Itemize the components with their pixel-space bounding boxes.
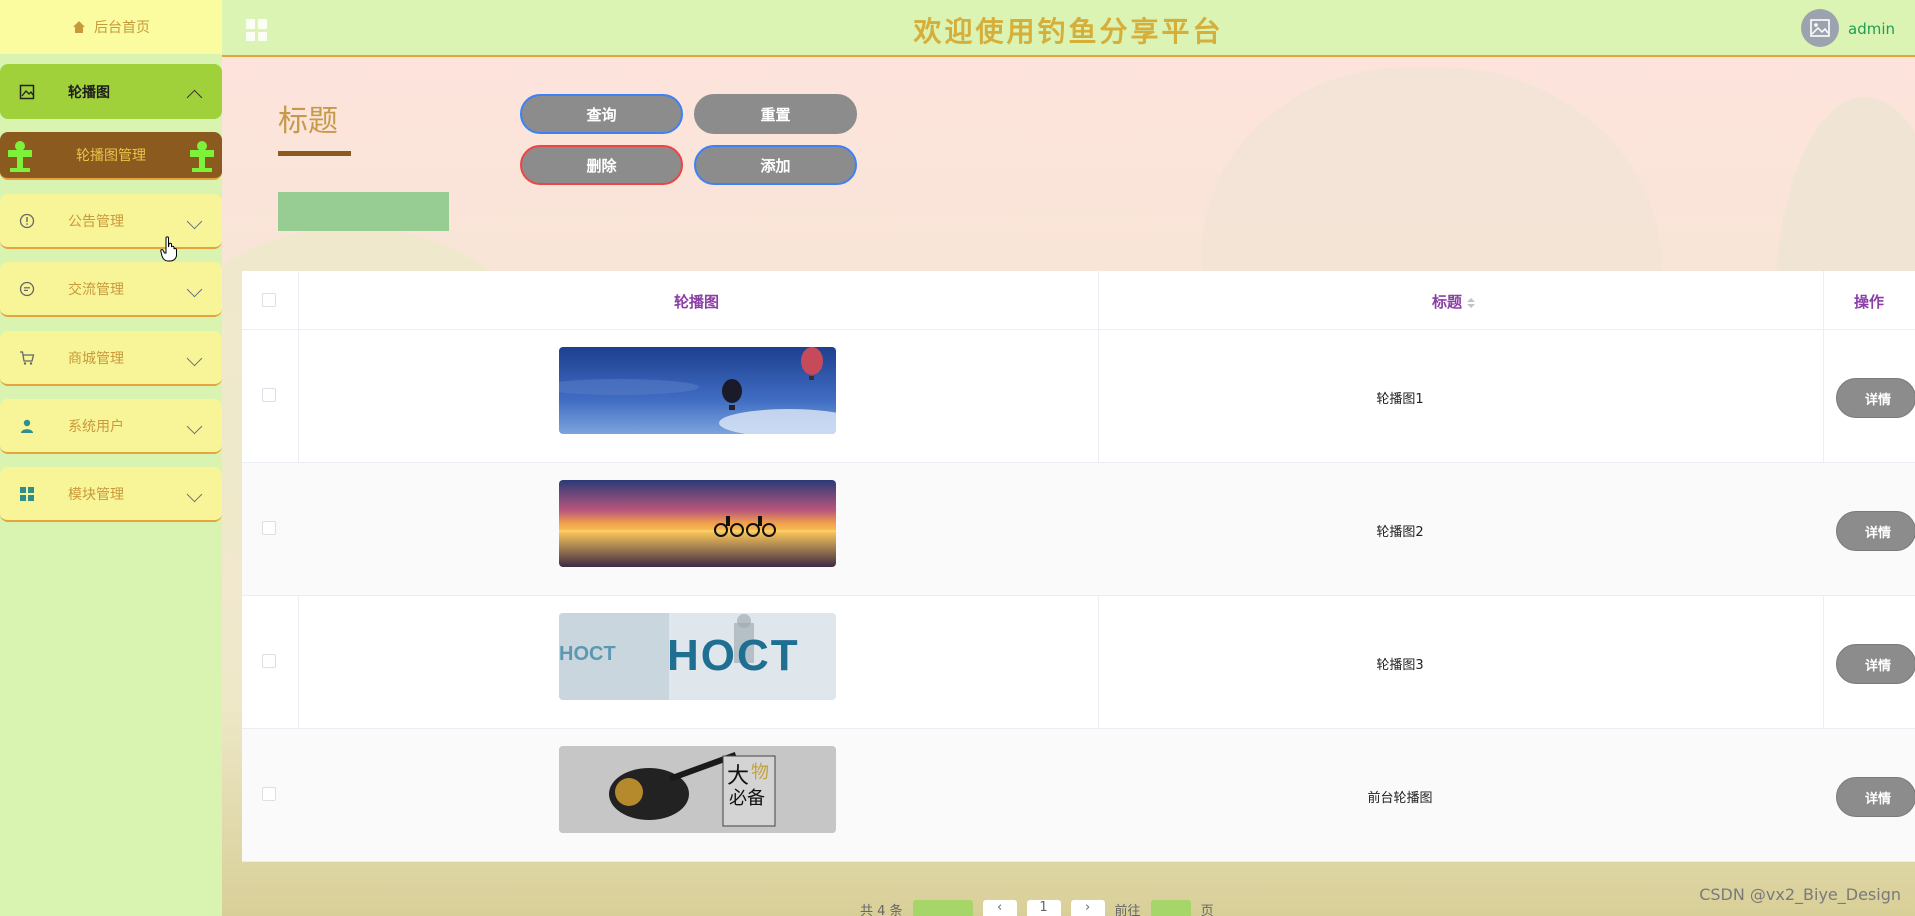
sidebar-home[interactable]: 后台首页: [0, 0, 222, 54]
chevron-down-icon: [186, 281, 203, 298]
thumbnail-text-small: HOCT: [559, 643, 616, 665]
chevron-down-icon: [186, 350, 203, 367]
sidebar-item-shop[interactable]: 商城管理: [0, 331, 222, 386]
sidebar-item-label: 公告管理: [68, 213, 124, 230]
thumbnail-text: HOCT: [667, 631, 800, 680]
carousel-thumbnail: HOCT HOCT: [559, 613, 836, 700]
query-button[interactable]: 查询: [520, 94, 683, 134]
sidebar-home-label: 后台首页: [94, 20, 150, 36]
thumbnail-text: 必备: [729, 788, 765, 809]
pager-goto-label: 前往: [1114, 904, 1141, 916]
table-header: 轮播图 标题 操作: [242, 271, 1915, 330]
carousel-thumbnail: [559, 347, 836, 434]
image-placeholder-icon: [1810, 19, 1830, 37]
page-size-select[interactable]: [912, 900, 973, 916]
sidebar-item-label: 模块管理: [68, 486, 124, 503]
row-title: 轮播图1: [1376, 392, 1424, 407]
column-header-title[interactable]: 标题: [1432, 291, 1476, 312]
carousel-table: 轮播图 标题 操作 轮播图1 详情 轮播图2 详情 HOCT HOCT 轮播图3…: [242, 271, 1915, 862]
sidebar-item-modules[interactable]: 模块管理: [0, 467, 222, 522]
user-icon: [18, 417, 36, 435]
row-checkbox[interactable]: [262, 388, 276, 402]
sidebar-item-label: 系统用户: [68, 418, 124, 435]
pager-current[interactable]: 1: [1026, 900, 1061, 916]
top-header: 欢迎使用钓鱼分享平台 admin: [222, 0, 1915, 57]
pager-prev[interactable]: ‹: [982, 900, 1017, 916]
detail-button[interactable]: 详情: [1836, 777, 1915, 817]
sidebar-subitem-carousel-manage[interactable]: 轮播图管理: [0, 132, 222, 180]
label-underline: [278, 151, 351, 156]
tree-icon: [190, 141, 214, 172]
pager-goto-suffix: 页: [1200, 904, 1214, 916]
grid-icon: [18, 485, 36, 503]
add-button[interactable]: 添加: [694, 145, 857, 185]
cart-icon: [18, 349, 36, 367]
sidebar-item-forum[interactable]: 交流管理: [0, 262, 222, 317]
pager-total: 共 4 条: [860, 904, 903, 916]
carousel-thumbnail: 大 物 必备: [559, 746, 836, 833]
row-title: 前台轮播图: [1367, 791, 1433, 806]
thumbnail-text: 物: [751, 762, 769, 783]
sort-icon[interactable]: [1467, 297, 1476, 308]
app-title: 欢迎使用钓鱼分享平台: [913, 15, 1224, 48]
sidebar-item-users[interactable]: 系统用户: [0, 399, 222, 454]
user-name[interactable]: admin: [1848, 20, 1895, 38]
pager-next[interactable]: ›: [1070, 900, 1105, 916]
sidebar-item-notice[interactable]: 公告管理: [0, 194, 222, 249]
row-checkbox[interactable]: [262, 787, 276, 801]
carousel-thumbnail: [559, 480, 836, 567]
home-icon: [73, 21, 85, 33]
sidebar-subitem-label: 轮播图管理: [76, 148, 146, 164]
sidebar-item-label: 轮播图: [68, 84, 110, 101]
chevron-up-icon: [186, 89, 203, 106]
sidebar-item-label: 商城管理: [68, 350, 124, 367]
tree-icon: [8, 141, 32, 172]
chevron-down-icon: [186, 418, 203, 435]
search-label: 标题: [278, 104, 338, 139]
column-header-title-label: 标题: [1432, 293, 1463, 311]
hand-cursor-icon: [160, 236, 177, 262]
chevron-down-icon: [186, 486, 203, 503]
table-row: 轮播图1 详情: [242, 330, 1915, 463]
sidebar: 后台首页 轮播图 轮播图管理 公告管理 交流管理 商城管理 系统用户 模块管理: [0, 0, 222, 916]
table-row: 大 物 必备 前台轮播图 详情: [242, 729, 1915, 862]
row-checkbox[interactable]: [262, 521, 276, 535]
delete-button[interactable]: 删除: [520, 145, 683, 185]
column-header-actions: 操作: [1854, 293, 1885, 311]
row-checkbox[interactable]: [262, 654, 276, 668]
detail-button[interactable]: 详情: [1836, 378, 1915, 418]
detail-button[interactable]: 详情: [1836, 511, 1915, 551]
chevron-down-icon: [186, 213, 203, 230]
pager-goto-input[interactable]: [1150, 900, 1191, 916]
title-search-input[interactable]: [278, 192, 449, 231]
image-icon: [18, 83, 36, 101]
select-all-checkbox[interactable]: [262, 293, 276, 307]
info-circle-icon: [18, 212, 36, 230]
sidebar-item-carousel[interactable]: 轮播图: [0, 64, 222, 119]
detail-button[interactable]: 详情: [1836, 644, 1915, 684]
pagination: 共 4 条 ‹ 1 › 前往 页: [860, 900, 1214, 916]
row-title: 轮播图2: [1376, 525, 1424, 540]
avatar[interactable]: [1801, 9, 1839, 47]
table-row: 轮播图2 详情: [242, 463, 1915, 596]
reset-button[interactable]: 重置: [694, 94, 857, 134]
watermark: CSDN @vx2_Biye_Design: [1699, 885, 1901, 904]
table-row: HOCT HOCT 轮播图3 详情: [242, 596, 1915, 729]
row-title: 轮播图3: [1376, 658, 1424, 673]
sidebar-item-label: 交流管理: [68, 281, 124, 298]
chat-icon: [18, 280, 36, 298]
column-header-image: 轮播图: [674, 293, 720, 311]
